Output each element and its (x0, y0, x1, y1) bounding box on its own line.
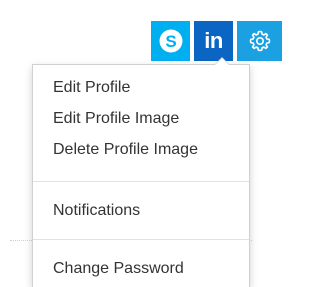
menu-group-profile: Edit Profile Edit Profile Image Delete P… (33, 65, 249, 165)
svg-text:S: S (165, 32, 176, 51)
menu-item-notifications[interactable]: Notifications (33, 195, 249, 226)
header-icon-group: S in (151, 21, 282, 61)
profile-dropdown-menu: Edit Profile Edit Profile Image Delete P… (32, 57, 250, 287)
skype-icon: S (159, 29, 182, 53)
menu-spacer (33, 240, 249, 253)
menu-item-delete-profile-image[interactable]: Delete Profile Image (33, 134, 249, 165)
menu-spacer (33, 182, 249, 195)
menu-item-edit-profile[interactable]: Edit Profile (33, 72, 249, 103)
menu-group-account: Change Password (33, 253, 249, 284)
skype-button[interactable]: S (151, 21, 190, 61)
menu-group-notifications: Notifications (33, 195, 249, 226)
menu-spacer (33, 226, 249, 239)
dropdown-caret-fill (215, 58, 229, 65)
menu-item-edit-profile-image[interactable]: Edit Profile Image (33, 103, 249, 134)
settings-button[interactable] (237, 21, 282, 61)
menu-spacer (33, 165, 249, 181)
linkedin-icon: in (204, 28, 223, 53)
gear-icon (249, 30, 270, 52)
menu-item-change-password[interactable]: Change Password (33, 253, 249, 284)
page: S in Edit Profile Edit Profile Image Del… (0, 0, 282, 287)
linkedin-button[interactable]: in (194, 21, 233, 61)
